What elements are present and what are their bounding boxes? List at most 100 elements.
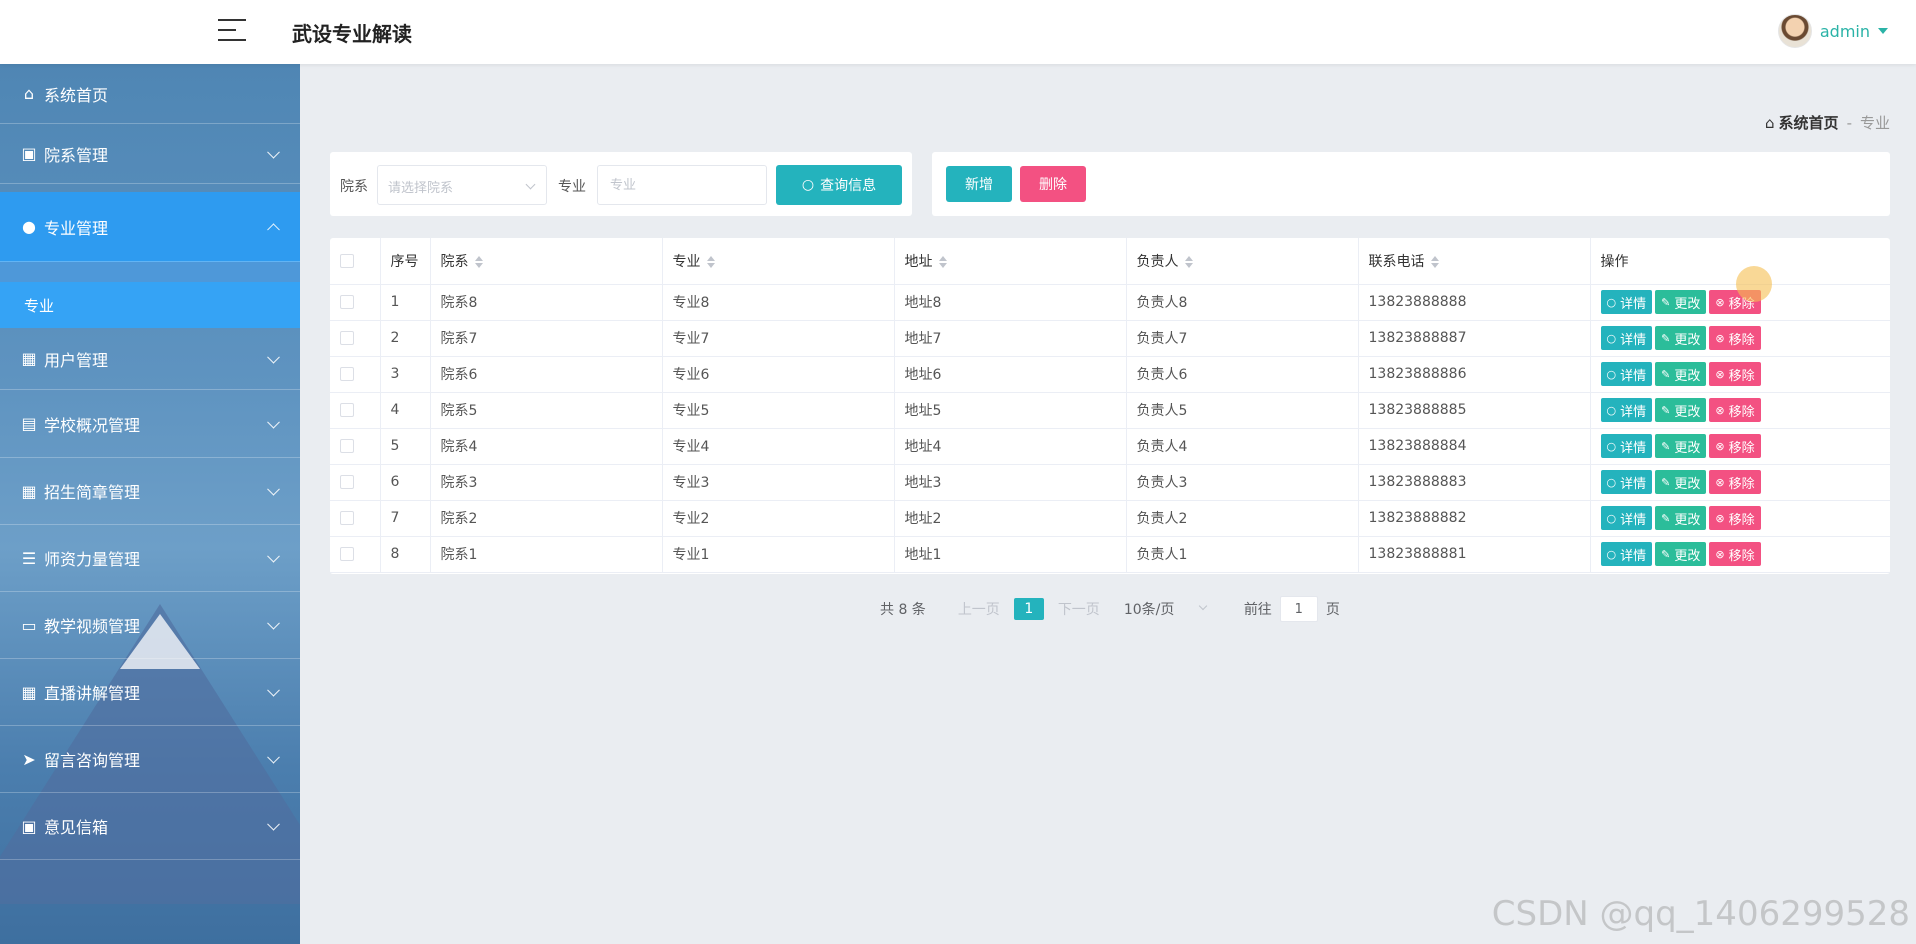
query-button[interactable]: ○ 查询信息 [776,165,902,205]
sidebar-item-home[interactable]: ⌂ 系统首页 [0,64,300,124]
column-header-major[interactable]: 专业 [662,238,895,285]
cell-manager: 负责人6 [1126,356,1359,393]
detail-button[interactable]: ○ 详情 [1600,290,1653,314]
sort-icon[interactable] [474,255,483,268]
sidebar-subitem-major[interactable]: 专业 [0,282,300,328]
delete-button[interactable]: 删除 [1020,166,1086,202]
edit-button[interactable]: ✎ 更改 [1655,542,1707,566]
caret-down-icon [1878,28,1888,34]
remove-button[interactable]: ⊗ 移除 [1709,398,1761,422]
detail-button-label: 详情 [1620,548,1647,564]
column-header-phone[interactable]: 联系电话 [1358,238,1591,285]
remove-button[interactable]: ⊗ 移除 [1709,362,1761,386]
department-label: 院系 [340,179,368,195]
remove-button[interactable]: ⊗ 移除 [1709,290,1761,314]
chevron-down-icon [267,482,280,496]
cell-index: 4 [380,392,431,429]
detail-button[interactable]: ○ 详情 [1600,506,1653,530]
table-row: 3 院系6 专业6 地址6 负责人6 13823888886 ○ 详情 ✎ 更改 ⊗ 移除 [330,356,1890,393]
select-all-cell [330,238,381,285]
cell-index: 1 [380,284,431,321]
column-header-manager[interactable]: 负责人 [1126,238,1359,285]
row-checkbox[interactable] [340,547,354,561]
sidebar-item-feedback[interactable]: ▣ 意见信箱 [0,793,300,860]
add-button[interactable]: 新增 [946,166,1012,202]
detail-button[interactable]: ○ 详情 [1600,398,1653,422]
major-input[interactable] [597,165,767,205]
chevron-down-icon [267,145,280,159]
sidebar-item-label: 系统首页 [44,85,109,105]
table-row: 6 院系3 专业3 地址3 负责人3 13823888883 ○ 详情 ✎ 更改 ⊗ 移除 [330,464,1890,501]
sidebar-item-major[interactable]: ● 专业管理 [0,192,300,262]
select-all-checkbox[interactable] [340,253,354,268]
department-select[interactable]: 请选择院系 [377,165,547,205]
remove-button[interactable]: ⊗ 移除 [1709,506,1761,530]
user-icon: ● [22,217,36,236]
edit-button[interactable]: ✎ 更改 [1655,470,1707,494]
sort-icon[interactable] [706,255,715,268]
sidebar-item-faculty[interactable]: ☰ 师资力量管理 [0,525,300,592]
close-circle-icon: ⊗ [1715,367,1725,381]
edit-button-label: 更改 [1674,476,1701,492]
edit-button[interactable]: ✎ 更改 [1655,506,1707,530]
close-circle-icon: ⊗ [1715,547,1725,561]
menu-toggle-icon[interactable] [218,19,246,43]
sort-icon[interactable] [938,255,947,268]
edit-button-label: 更改 [1674,440,1701,456]
breadcrumb-home[interactable]: 系统首页 [1779,112,1839,133]
row-checkbox[interactable] [340,511,354,525]
cell-department: 院系3 [430,464,663,501]
edit-button[interactable]: ✎ 更改 [1655,290,1707,314]
cell-index: 5 [380,428,431,465]
edit-button[interactable]: ✎ 更改 [1655,398,1707,422]
detail-button[interactable]: ○ 详情 [1600,362,1653,386]
detail-button[interactable]: ○ 详情 [1600,470,1653,494]
search-panel: 院系 请选择院系 专业 ○ 查询信息 [330,152,912,216]
goto-page-input[interactable] [1279,596,1318,622]
remove-button[interactable]: ⊗ 移除 [1709,434,1761,458]
row-checkbox[interactable] [340,439,354,453]
remove-button[interactable]: ⊗ 移除 [1709,542,1761,566]
detail-button[interactable]: ○ 详情 [1600,326,1653,350]
row-checkbox[interactable] [340,367,354,381]
sidebar-item-users[interactable]: ▦ 用户管理 [0,328,300,390]
sort-icon[interactable] [1430,255,1439,268]
remove-button-label: 移除 [1728,404,1755,420]
sidebar-item-school-overview[interactable]: ▤ 学校概况管理 [0,390,300,458]
sidebar-item-messages[interactable]: ➤ 留言咨询管理 [0,726,300,793]
pencil-icon: ✎ [1661,475,1671,489]
cell-address: 地址7 [894,320,1127,357]
edit-button[interactable]: ✎ 更改 [1655,326,1707,350]
user-name: admin [1819,21,1870,41]
row-checkbox[interactable] [340,403,354,417]
row-checkbox[interactable] [340,331,354,345]
cell-index: 6 [380,464,431,501]
edit-button[interactable]: ✎ 更改 [1655,434,1707,458]
next-page-button[interactable]: 下一页 [1058,599,1100,619]
edit-button[interactable]: ✎ 更改 [1655,362,1707,386]
column-header-address[interactable]: 地址 [894,238,1127,285]
column-header-index: 序号 [380,238,431,285]
column-header-department[interactable]: 院系 [430,238,663,285]
row-select-cell [330,320,381,357]
sort-icon[interactable] [1184,255,1193,268]
sidebar-item-videos[interactable]: ▭ 教学视频管理 [0,592,300,659]
sidebar-item-department[interactable]: ▣ 院系管理 [0,124,300,184]
page-number-button[interactable]: 1 [1013,598,1044,620]
search-icon: ○ [801,177,815,193]
pencil-icon: ✎ [1661,367,1671,381]
cell-manager: 负责人5 [1126,392,1359,429]
prev-page-button[interactable]: 上一页 [958,599,1000,619]
detail-button[interactable]: ○ 详情 [1600,542,1653,566]
table-row: 4 院系5 专业5 地址5 负责人5 13823888885 ○ 详情 ✎ 更改 ⊗ 移除 [330,392,1890,429]
sidebar-item-live[interactable]: ▦ 直播讲解管理 [0,659,300,726]
user-menu[interactable]: admin [1777,14,1888,48]
cell-index: 8 [380,536,431,573]
row-checkbox[interactable] [340,295,354,309]
detail-button[interactable]: ○ 详情 [1600,434,1653,458]
sidebar-item-admissions[interactable]: ▦ 招生简章管理 [0,458,300,525]
remove-button[interactable]: ⊗ 移除 [1709,470,1761,494]
row-checkbox[interactable] [340,475,354,489]
page-size-select[interactable]: 10条/页 [1124,599,1214,619]
remove-button[interactable]: ⊗ 移除 [1709,326,1761,350]
